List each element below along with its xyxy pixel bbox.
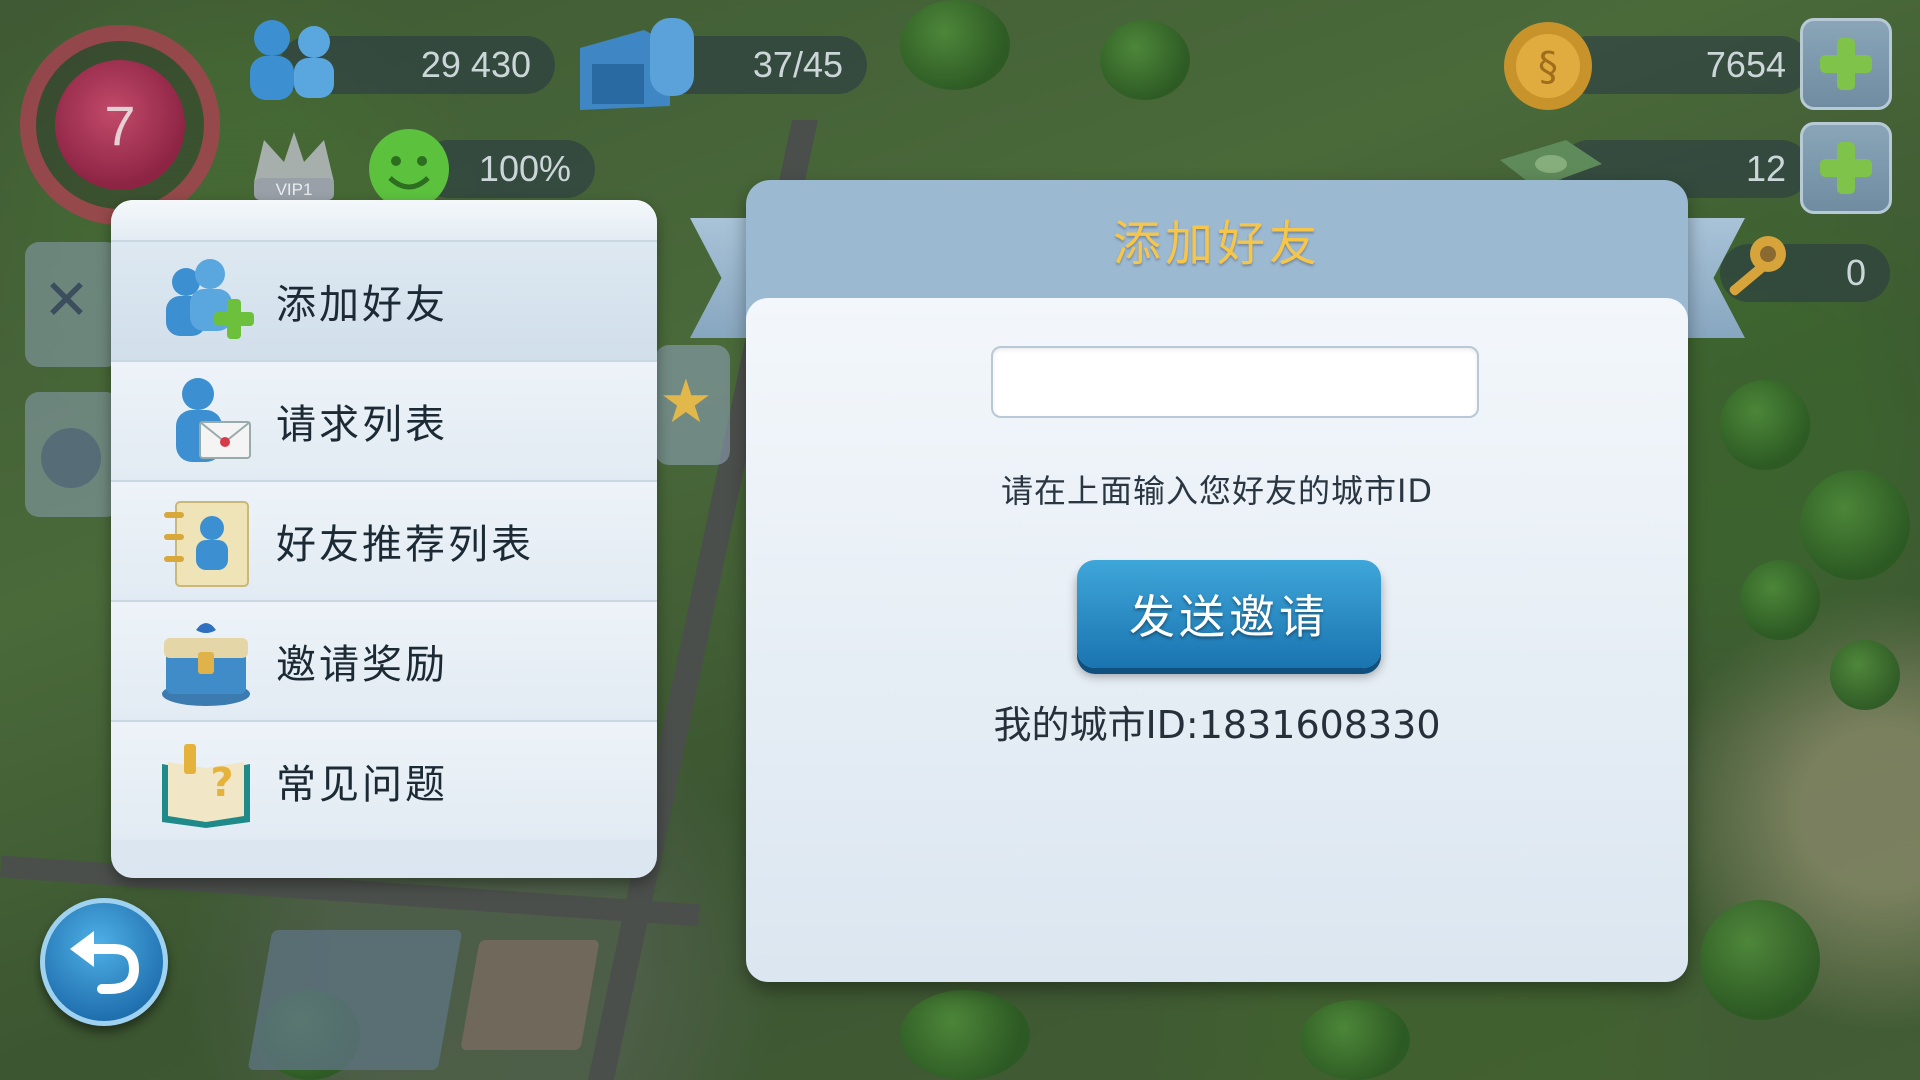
faq-book-icon: ? <box>162 744 250 828</box>
menu-item-label: 请求列表 <box>276 402 448 448</box>
population-icon <box>250 20 334 100</box>
recommend-list-icon <box>164 501 249 587</box>
map-tree <box>900 990 1030 1080</box>
add-friend-dialog: 添加好友 请在上面输入您好友的城市ID 发送邀请 我的城市ID:18316083… <box>746 180 1688 982</box>
map-tree <box>1720 380 1810 470</box>
back-button[interactable] <box>40 898 168 1026</box>
add-simoleons-button[interactable] <box>1800 18 1892 110</box>
map-tree <box>1300 1000 1410 1080</box>
menu-item-invite-rewards[interactable]: 邀请奖励 <box>111 600 657 720</box>
map-building <box>460 940 600 1050</box>
menu-item-label: 好友推荐列表 <box>276 522 534 568</box>
vip-crown-icon[interactable]: VIP1 <box>244 122 344 202</box>
map-tree <box>1740 560 1820 640</box>
friends-icon <box>41 428 101 488</box>
side-star-button[interactable]: ★ <box>655 345 730 465</box>
simcash-value: 12 <box>1745 148 1786 189</box>
population-value: 29 430 <box>420 44 531 85</box>
send-invite-label: 发送邀请 <box>1129 590 1329 644</box>
add-friend-icon <box>166 259 254 339</box>
friends-side-button[interactable] <box>25 392 120 517</box>
storage-value: 37/45 <box>752 44 843 85</box>
map-building <box>247 930 463 1070</box>
back-arrow-icon <box>70 931 140 994</box>
send-invite-button[interactable]: 发送邀请 <box>1077 560 1381 668</box>
menu-header <box>111 200 657 240</box>
simoleons-value: 7654 <box>1705 44 1786 85</box>
wrench-icon: ✕ <box>43 268 90 333</box>
city-id-input[interactable] <box>991 346 1479 418</box>
warehouse-icon <box>580 18 694 110</box>
level-badge[interactable]: 7 <box>55 60 185 190</box>
gift-chest-icon <box>162 623 250 706</box>
request-mail-icon <box>176 378 251 462</box>
menu-item-label: 添加好友 <box>276 282 448 328</box>
happiness-value: 100% <box>478 148 571 189</box>
star-icon: ★ <box>659 367 713 437</box>
menu-item-recommend-list[interactable]: 好友推荐列表 <box>111 480 657 600</box>
my-city-id: 我的城市ID:1831608330 <box>993 703 1441 747</box>
dialog-title: 添加好友 <box>1112 216 1321 272</box>
input-hint: 请在上面输入您好友的城市ID <box>1000 472 1434 510</box>
simoleon-coin-icon: § <box>1504 22 1592 110</box>
map-tree <box>1800 470 1910 580</box>
svg-text:?: ? <box>210 760 233 806</box>
friends-menu-panel: 添加好友 请求列表 好友推荐列表 邀请奖励 ? 常见问题 <box>111 200 657 878</box>
menu-item-add-friend[interactable]: 添加好友 <box>111 240 657 360</box>
menu-item-label: 邀请奖励 <box>276 642 448 688</box>
map-tree <box>900 0 1010 90</box>
menu-item-faq[interactable]: ? 常见问题 <box>111 720 657 840</box>
dialog-body: 请在上面输入您好友的城市ID 发送邀请 我的城市ID:1831608330 <box>746 298 1688 982</box>
level-number: 7 <box>104 93 136 157</box>
keys-value: 0 <box>1845 252 1866 293</box>
svg-text:§: § <box>1538 44 1558 90</box>
tools-button[interactable]: ✕ <box>25 242 120 367</box>
add-simcash-button[interactable] <box>1800 122 1892 214</box>
menu-item-label: 常见问题 <box>276 762 448 808</box>
map-tree <box>1700 900 1820 1020</box>
vip-label: VIP1 <box>276 180 313 199</box>
menu-item-request-list[interactable]: 请求列表 <box>111 360 657 480</box>
simoleons-counter: 7654 <box>1560 36 1810 94</box>
map-tree <box>1830 640 1900 710</box>
map-tree <box>1100 20 1190 100</box>
